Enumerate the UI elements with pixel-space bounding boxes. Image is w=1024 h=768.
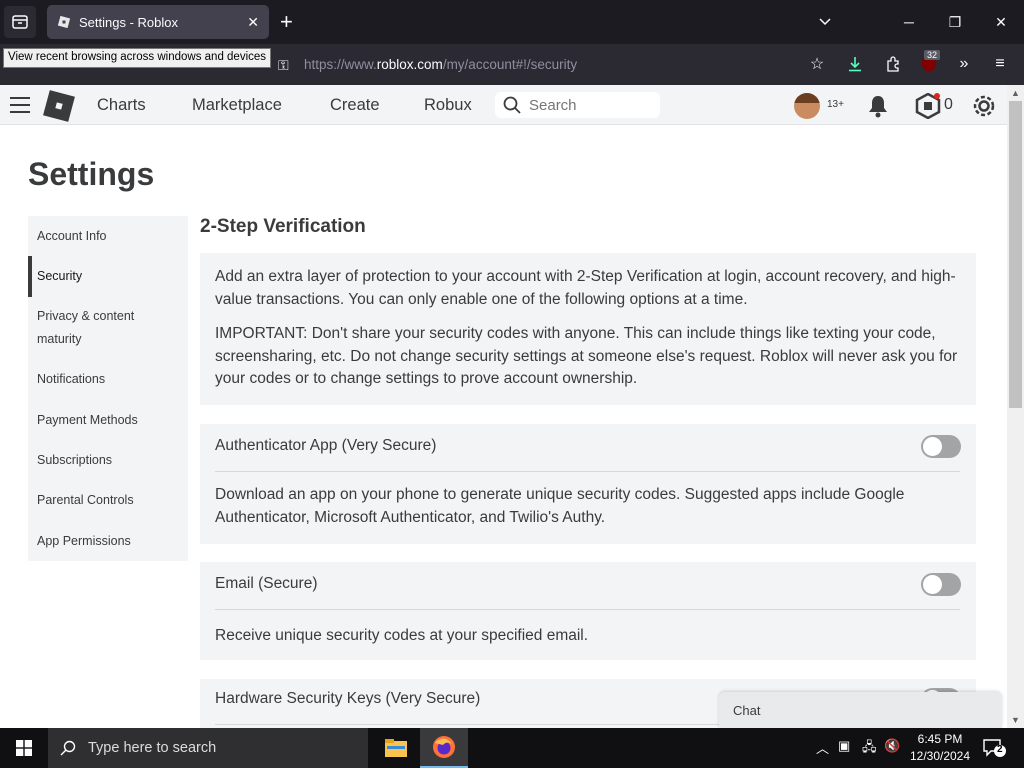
nav-marketplace[interactable]: Marketplace bbox=[192, 96, 282, 115]
nav-robux[interactable]: Robux bbox=[424, 96, 472, 115]
sidebar-item-privacy[interactable]: Privacy & content maturity bbox=[28, 305, 153, 351]
email-card: Email (Secure) Receive unique security c… bbox=[200, 562, 976, 660]
sidebar-item-security[interactable]: Security bbox=[28, 256, 188, 297]
list-all-tabs-icon[interactable] bbox=[802, 0, 848, 44]
sidebar-item-account-info[interactable]: Account Info bbox=[28, 225, 188, 248]
new-tab-button[interactable]: + bbox=[280, 10, 293, 34]
authenticator-card: Authenticator App (Very Secure) Download… bbox=[200, 424, 976, 544]
bookmark-star-icon[interactable]: ☆ bbox=[805, 52, 829, 76]
page-title: Settings bbox=[28, 156, 155, 192]
nav-create[interactable]: Create bbox=[330, 96, 380, 115]
divider bbox=[215, 609, 960, 610]
url-prefix: https://www. bbox=[304, 57, 377, 72]
extensions-icon[interactable] bbox=[881, 52, 905, 76]
extension-badge: 32 bbox=[924, 50, 941, 60]
hamburger-menu-icon[interactable] bbox=[10, 97, 30, 113]
chat-label: Chat bbox=[733, 703, 761, 718]
tab-close-icon[interactable]: ✕ bbox=[247, 14, 259, 31]
file-explorer-button[interactable] bbox=[372, 728, 420, 768]
url-path: /my/account#!/security bbox=[442, 57, 578, 72]
network-icon[interactable]: 🖧 bbox=[862, 738, 877, 760]
hardware-keys-title: Hardware Security Keys (Very Secure) bbox=[215, 690, 481, 707]
settings-gear-icon[interactable] bbox=[971, 93, 997, 119]
roblox-header: Charts Marketplace Create Robux 13+ 0 bbox=[0, 85, 1007, 125]
firefox-view-icon bbox=[12, 15, 28, 29]
authenticator-title: Authenticator App (Very Secure) bbox=[215, 437, 437, 454]
avatar[interactable] bbox=[794, 93, 820, 119]
taskbar-search-placeholder: Type here to search bbox=[88, 740, 217, 756]
authenticator-description: Download an app on your phone to generat… bbox=[215, 486, 905, 526]
windows-logo-icon bbox=[16, 740, 32, 756]
tab-title: Settings - Roblox bbox=[79, 14, 178, 30]
sidebar-item-notifications[interactable]: Notifications bbox=[28, 368, 188, 391]
notification-center-icon[interactable]: 2 bbox=[982, 738, 1006, 763]
firefox-taskbar-button[interactable] bbox=[420, 728, 468, 768]
url-host: roblox.com bbox=[376, 57, 443, 72]
settings-sidebar: Account Info Security Privacy & content … bbox=[28, 216, 188, 561]
firefox-icon bbox=[433, 736, 455, 758]
show-hidden-icons[interactable]: ︿ bbox=[816, 738, 829, 757]
tooltip: View recent browsing across windows and … bbox=[3, 48, 272, 68]
start-button[interactable] bbox=[0, 728, 48, 768]
app-menu-icon[interactable]: ≡ bbox=[988, 52, 1012, 76]
sidebar-item-parental-controls[interactable]: Parental Controls bbox=[28, 489, 188, 512]
downloads-icon[interactable] bbox=[843, 52, 867, 76]
search-icon bbox=[60, 740, 76, 756]
page-scrollbar[interactable]: ▲ ▼ bbox=[1007, 85, 1024, 728]
chat-panel[interactable]: Chat bbox=[719, 692, 1002, 728]
email-description: Receive unique security codes at your sp… bbox=[215, 627, 589, 644]
url-field[interactable]: https://www.roblox.com/my/account#!/secu… bbox=[304, 57, 577, 72]
robux-count: 0 bbox=[944, 96, 953, 113]
app-tray-icon[interactable]: ▣ bbox=[838, 738, 850, 754]
robux-icon[interactable] bbox=[915, 93, 941, 119]
taskbar-clock[interactable]: 6:45 PM 12/30/2024 bbox=[905, 731, 975, 765]
browser-tab-settings[interactable]: Settings - Roblox ✕ bbox=[47, 5, 269, 39]
intro-text: Add an extra layer of protection to your… bbox=[215, 268, 956, 308]
notifications-bell-icon[interactable] bbox=[867, 94, 889, 118]
search-box[interactable] bbox=[495, 92, 660, 118]
sidebar-item-app-permissions[interactable]: App Permissions bbox=[28, 530, 188, 553]
scroll-up-arrow-icon[interactable]: ▲ bbox=[1007, 85, 1024, 101]
search-input[interactable] bbox=[529, 96, 649, 114]
notification-count: 2 bbox=[997, 744, 1003, 755]
key-icon[interactable]: ⚿ bbox=[278, 57, 289, 74]
email-toggle[interactable] bbox=[921, 573, 961, 596]
minimize-button[interactable]: ─ bbox=[886, 0, 932, 44]
important-text: IMPORTANT: Don't share your security cod… bbox=[215, 325, 958, 387]
sidebar-item-payment-methods[interactable]: Payment Methods bbox=[28, 409, 188, 432]
age-label: 13+ bbox=[827, 99, 844, 110]
folder-icon bbox=[385, 739, 407, 757]
scroll-thumb[interactable] bbox=[1009, 101, 1022, 408]
clock-time: 6:45 PM bbox=[917, 732, 963, 746]
roblox-logo[interactable] bbox=[43, 90, 75, 122]
windows-taskbar: Type here to search ︿ ▣ 🖧 🔇 6:45 PM 12/3… bbox=[0, 728, 1024, 768]
restore-button[interactable]: ❐ bbox=[932, 0, 978, 44]
divider bbox=[215, 471, 960, 472]
firefox-view-button[interactable] bbox=[4, 6, 36, 38]
browser-tab-strip: Settings - Roblox ✕ + ─ ❐ ✕ bbox=[0, 0, 1024, 44]
sidebar-item-subscriptions[interactable]: Subscriptions bbox=[28, 449, 188, 472]
authenticator-toggle[interactable] bbox=[921, 435, 961, 458]
taskbar-search[interactable]: Type here to search bbox=[48, 728, 368, 768]
intro-card: Add an extra layer of protection to your… bbox=[200, 253, 976, 405]
email-title: Email (Secure) bbox=[215, 575, 318, 592]
overflow-menu-icon[interactable]: » bbox=[952, 52, 976, 76]
section-title: 2-Step Verification bbox=[200, 216, 366, 237]
clock-date: 12/30/2024 bbox=[909, 749, 971, 763]
roblox-favicon-icon bbox=[57, 15, 71, 29]
volume-muted-icon[interactable]: 🔇 bbox=[884, 738, 900, 754]
search-icon bbox=[503, 96, 521, 114]
nav-charts[interactable]: Charts bbox=[97, 96, 146, 115]
scroll-down-arrow-icon[interactable]: ▼ bbox=[1007, 712, 1024, 728]
close-window-button[interactable]: ✕ bbox=[978, 0, 1024, 44]
